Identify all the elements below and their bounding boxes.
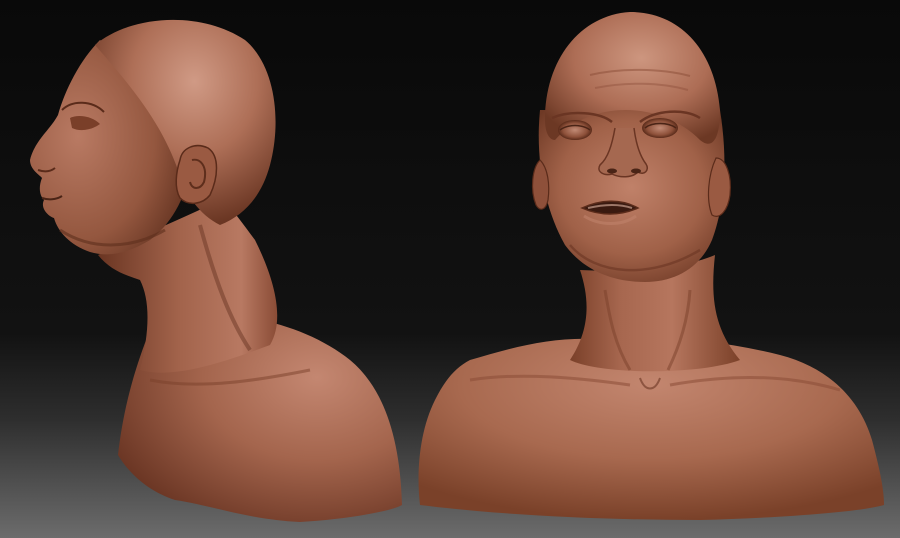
- left-bust-ear: [175, 144, 218, 204]
- right-bust-nostril-right: [631, 168, 641, 174]
- right-bust-nostril-left: [607, 168, 617, 174]
- sculpt-viewport: [0, 0, 900, 538]
- render-canvas: [0, 0, 900, 538]
- right-bust-eye-left: [558, 120, 592, 140]
- right-bust-eye-right: [642, 118, 678, 138]
